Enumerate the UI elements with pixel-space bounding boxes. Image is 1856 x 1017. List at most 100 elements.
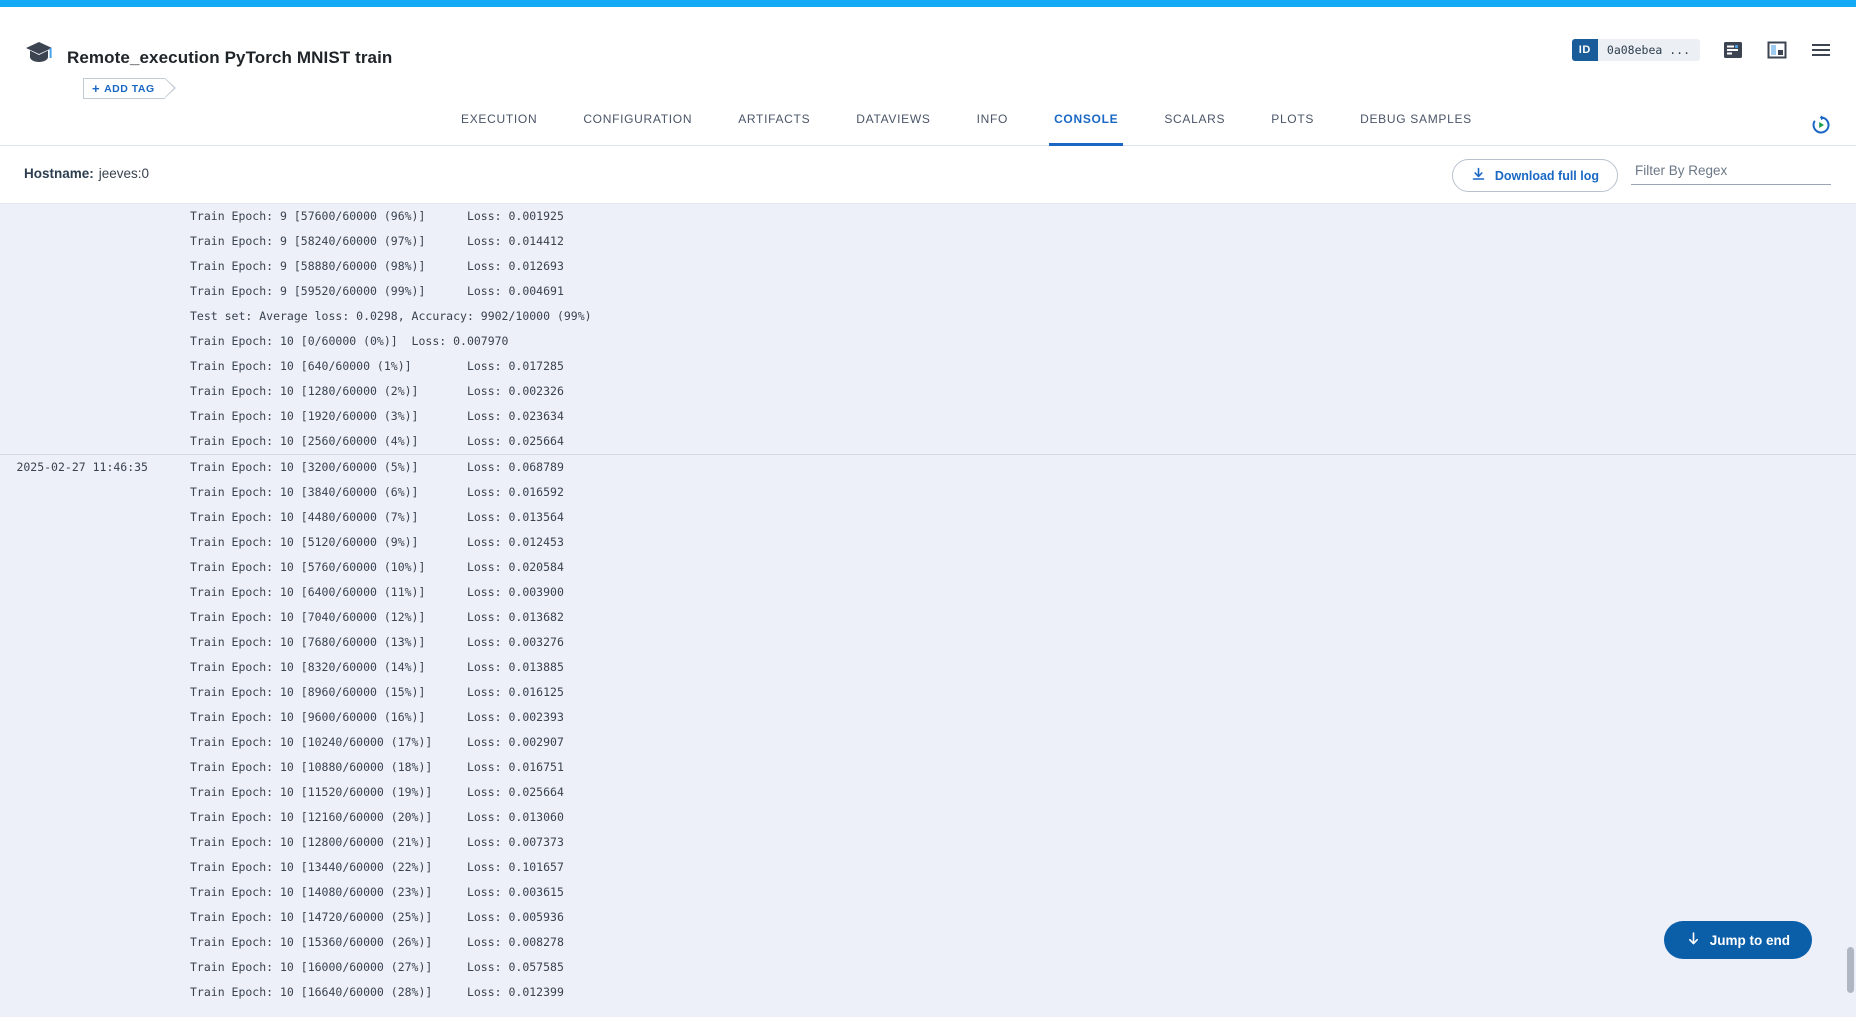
log-message: Train Epoch: 10 [10880/60000 (18%)] Loss… bbox=[170, 755, 1856, 780]
console-toolbar: Hostname: jeeves:0 Download full log bbox=[0, 146, 1856, 204]
log-message: Train Epoch: 10 [15360/60000 (26%)] Loss… bbox=[170, 930, 1856, 955]
log-message: Train Epoch: 10 [1280/60000 (2%)] Loss: … bbox=[170, 379, 1856, 404]
log-row: Train Epoch: 10 [14080/60000 (23%)] Loss… bbox=[0, 880, 1856, 905]
log-blocks: Train Epoch: 9 [57600/60000 (96%)] Loss:… bbox=[0, 204, 1856, 1005]
log-message: Train Epoch: 10 [640/60000 (1%)] Loss: 0… bbox=[170, 354, 1856, 379]
id-label: ID bbox=[1572, 39, 1598, 61]
jump-to-end-button[interactable]: Jump to end bbox=[1664, 921, 1812, 959]
tab-debug-samples[interactable]: DEBUG SAMPLES bbox=[1337, 102, 1495, 146]
log-row: Train Epoch: 10 [6400/60000 (11%)] Loss:… bbox=[0, 580, 1856, 605]
hamburger-menu-icon[interactable] bbox=[1810, 39, 1832, 61]
log-row: 2025-02-27 11:46:35Train Epoch: 10 [3200… bbox=[0, 455, 1856, 480]
experiment-id-chip[interactable]: ID 0a08ebea ... bbox=[1572, 39, 1700, 61]
hostname: Hostname: jeeves:0 bbox=[24, 166, 149, 181]
download-icon bbox=[1471, 167, 1486, 185]
log-row: Train Epoch: 10 [4480/60000 (7%)] Loss: … bbox=[0, 505, 1856, 530]
log-message: Train Epoch: 10 [5120/60000 (9%)] Loss: … bbox=[170, 530, 1856, 555]
log-message: Train Epoch: 10 [12800/60000 (21%)] Loss… bbox=[170, 830, 1856, 855]
log-row: Train Epoch: 10 [5120/60000 (9%)] Loss: … bbox=[0, 530, 1856, 555]
tab-list: EXECUTION CONFIGURATION ARTIFACTS DATAVI… bbox=[438, 102, 1495, 146]
log-message: Train Epoch: 10 [0/60000 (0%)] Loss: 0.0… bbox=[170, 329, 1856, 354]
log-message: Train Epoch: 10 [14720/60000 (25%)] Loss… bbox=[170, 905, 1856, 930]
page-title: Remote_execution PyTorch MNIST train bbox=[67, 48, 392, 68]
log-row: Train Epoch: 9 [58240/60000 (97%)] Loss:… bbox=[0, 229, 1856, 254]
tab-bar: EXECUTION CONFIGURATION ARTIFACTS DATAVI… bbox=[0, 102, 1856, 146]
log-row: Train Epoch: 10 [10240/60000 (17%)] Loss… bbox=[0, 730, 1856, 755]
tab-info[interactable]: INFO bbox=[954, 102, 1031, 146]
log-message: Train Epoch: 10 [2560/60000 (4%)] Loss: … bbox=[170, 429, 1856, 454]
log-message: Train Epoch: 10 [10240/60000 (17%)] Loss… bbox=[170, 730, 1856, 755]
log-message: Train Epoch: 10 [11520/60000 (19%)] Loss… bbox=[170, 780, 1856, 805]
log-message: Train Epoch: 10 [9600/60000 (16%)] Loss:… bbox=[170, 705, 1856, 730]
filter-by-regex-input[interactable] bbox=[1631, 163, 1831, 184]
log-message: Train Epoch: 10 [5760/60000 (10%)] Loss:… bbox=[170, 555, 1856, 580]
jump-to-end-label: Jump to end bbox=[1710, 933, 1790, 948]
filter-by-regex-wrapper bbox=[1631, 162, 1831, 185]
log-message: Train Epoch: 10 [4480/60000 (7%)] Loss: … bbox=[170, 505, 1856, 530]
log-row: Train Epoch: 10 [8960/60000 (15%)] Loss:… bbox=[0, 680, 1856, 705]
log-row: Train Epoch: 10 [11520/60000 (19%)] Loss… bbox=[0, 780, 1856, 805]
log-message: Train Epoch: 9 [58240/60000 (97%)] Loss:… bbox=[170, 229, 1856, 254]
log-message: Train Epoch: 10 [8320/60000 (14%)] Loss:… bbox=[170, 655, 1856, 680]
log-message: Train Epoch: 10 [6400/60000 (11%)] Loss:… bbox=[170, 580, 1856, 605]
log-message: Train Epoch: 10 [14080/60000 (23%)] Loss… bbox=[170, 880, 1856, 905]
experiment-console-page: COMPLETED Remote_execution PyTorch MNIST… bbox=[0, 0, 1856, 1017]
add-tag-label: ADD TAG bbox=[104, 83, 155, 95]
tab-execution[interactable]: EXECUTION bbox=[438, 102, 560, 146]
log-row: Train Epoch: 10 [7040/60000 (12%)] Loss:… bbox=[0, 605, 1856, 630]
log-row: Train Epoch: 10 [1920/60000 (3%)] Loss: … bbox=[0, 404, 1856, 429]
report-icon[interactable] bbox=[1766, 39, 1788, 61]
log-message: Train Epoch: 10 [12160/60000 (20%)] Loss… bbox=[170, 805, 1856, 830]
log-message: Train Epoch: 9 [57600/60000 (96%)] Loss:… bbox=[170, 204, 1856, 229]
log-message: Train Epoch: 9 [59520/60000 (99%)] Loss:… bbox=[170, 279, 1856, 304]
log-message: Train Epoch: 10 [3200/60000 (5%)] Loss: … bbox=[170, 455, 1856, 480]
download-full-log-button[interactable]: Download full log bbox=[1452, 159, 1618, 192]
tab-scalars[interactable]: SCALARS bbox=[1141, 102, 1248, 146]
log-row: Train Epoch: 10 [16000/60000 (27%)] Loss… bbox=[0, 955, 1856, 980]
log-block: Train Epoch: 9 [57600/60000 (96%)] Loss:… bbox=[0, 204, 1856, 454]
tab-console[interactable]: CONSOLE bbox=[1031, 102, 1141, 146]
log-row: Train Epoch: 10 [15360/60000 (26%)] Loss… bbox=[0, 930, 1856, 955]
log-row: Train Epoch: 10 [9600/60000 (16%)] Loss:… bbox=[0, 705, 1856, 730]
log-message: Train Epoch: 9 [58880/60000 (98%)] Loss:… bbox=[170, 254, 1856, 279]
page-header: Remote_execution PyTorch MNIST train + A… bbox=[0, 7, 1856, 102]
log-message: Train Epoch: 10 [3840/60000 (6%)] Loss: … bbox=[170, 480, 1856, 505]
log-row: Train Epoch: 10 [13440/60000 (22%)] Loss… bbox=[0, 855, 1856, 880]
log-message: Train Epoch: 10 [13440/60000 (22%)] Loss… bbox=[170, 855, 1856, 880]
log-message: Train Epoch: 10 [7680/60000 (13%)] Loss:… bbox=[170, 630, 1856, 655]
download-full-log-label: Download full log bbox=[1495, 169, 1599, 183]
id-value: 0a08ebea ... bbox=[1598, 43, 1700, 57]
table-view-icon[interactable] bbox=[1722, 39, 1744, 61]
hostname-value: jeeves:0 bbox=[99, 166, 149, 181]
log-scrollbar[interactable] bbox=[1846, 204, 1856, 1017]
tab-artifacts[interactable]: ARTIFACTS bbox=[715, 102, 833, 146]
log-row: Train Epoch: 9 [59520/60000 (99%)] Loss:… bbox=[0, 279, 1856, 304]
tab-configuration[interactable]: CONFIGURATION bbox=[560, 102, 715, 146]
log-message: Test set: Average loss: 0.0298, Accuracy… bbox=[170, 304, 1856, 329]
log-row: Train Epoch: 10 [5760/60000 (10%)] Loss:… bbox=[0, 555, 1856, 580]
log-block: 2025-02-27 11:46:35Train Epoch: 10 [3200… bbox=[0, 454, 1856, 1005]
hostname-label: Hostname: bbox=[24, 166, 94, 181]
log-row: Test set: Average loss: 0.0298, Accuracy… bbox=[0, 304, 1856, 329]
auto-refresh-icon[interactable] bbox=[1810, 114, 1832, 136]
log-row: Train Epoch: 9 [58880/60000 (98%)] Loss:… bbox=[0, 254, 1856, 279]
log-message: Train Epoch: 10 [1920/60000 (3%)] Loss: … bbox=[170, 404, 1856, 429]
tab-dataviews[interactable]: DATAVIEWS bbox=[833, 102, 953, 146]
log-row: Train Epoch: 10 [640/60000 (1%)] Loss: 0… bbox=[0, 354, 1856, 379]
log-row: Train Epoch: 10 [16640/60000 (28%)] Loss… bbox=[0, 980, 1856, 1005]
log-scrollbar-thumb[interactable] bbox=[1847, 947, 1854, 993]
tab-plots[interactable]: PLOTS bbox=[1248, 102, 1337, 146]
add-tag-button[interactable]: + ADD TAG bbox=[83, 78, 165, 99]
log-message: Train Epoch: 10 [8960/60000 (15%)] Loss:… bbox=[170, 680, 1856, 705]
graduation-cap-icon bbox=[24, 39, 54, 65]
log-row: Train Epoch: 10 [0/60000 (0%)] Loss: 0.0… bbox=[0, 329, 1856, 354]
log-row: Train Epoch: 10 [12160/60000 (20%)] Loss… bbox=[0, 805, 1856, 830]
log-row: Train Epoch: 9 [57600/60000 (96%)] Loss:… bbox=[0, 204, 1856, 229]
log-row: Train Epoch: 10 [1280/60000 (2%)] Loss: … bbox=[0, 379, 1856, 404]
log-row: Train Epoch: 10 [8320/60000 (14%)] Loss:… bbox=[0, 655, 1856, 680]
log-message: Train Epoch: 10 [16000/60000 (27%)] Loss… bbox=[170, 955, 1856, 980]
log-message: Train Epoch: 10 [16640/60000 (28%)] Loss… bbox=[170, 980, 1856, 1005]
console-log-panel[interactable]: Train Epoch: 9 [57600/60000 (96%)] Loss:… bbox=[0, 204, 1856, 1017]
plus-icon: + bbox=[92, 82, 100, 95]
log-row: Train Epoch: 10 [3840/60000 (6%)] Loss: … bbox=[0, 480, 1856, 505]
